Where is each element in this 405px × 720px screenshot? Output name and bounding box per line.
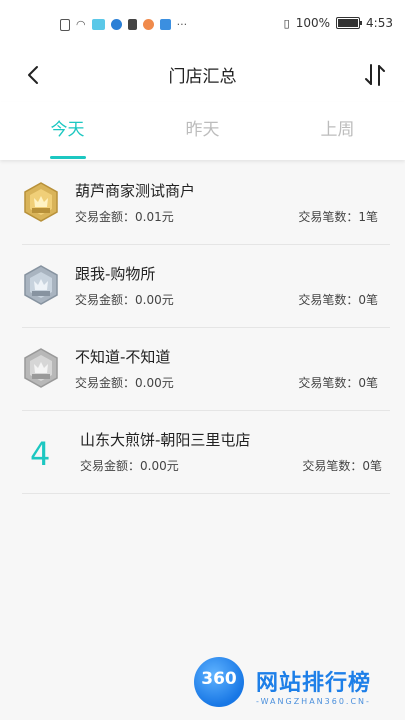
tab-last-week[interactable]: 上周: [270, 102, 405, 160]
trade-count: 交易笔数：0笔: [298, 376, 378, 390]
more-notifications-icon: ···: [176, 18, 188, 31]
trade-amount: 交易金额：0.00元: [80, 459, 179, 473]
trade-amount: 交易金额：0.00元: [75, 376, 174, 390]
clock: 4:53: [366, 16, 393, 30]
site-watermark: 360 网站排行榜 -WANGZHAN360.CN-: [190, 655, 405, 720]
store-name: 山东大煎饼-朝阳三里屯店: [80, 431, 251, 449]
trade-amount: 交易金额：0.01元: [75, 210, 174, 224]
period-tabs: 今天 昨天 上周: [0, 102, 405, 160]
list-item[interactable]: 葫芦商家测试商户 交易金额：0.01元 交易笔数：1笔: [22, 162, 390, 245]
watermark-subtitle: -WANGZHAN360.CN-: [256, 697, 371, 706]
page-title: 门店汇总: [168, 67, 237, 87]
tab-yesterday[interactable]: 昨天: [135, 102, 270, 160]
list-item[interactable]: 不知道-不知道 交易金额：0.00元 交易笔数：0笔: [22, 328, 390, 411]
store-name: 不知道-不知道: [75, 348, 171, 366]
notification-icons: ◠ ···: [60, 18, 187, 31]
watermark-title: 网站排行榜: [256, 671, 372, 696]
battery-icon: [336, 17, 363, 29]
status-bar: ◠ ··· ▯ 100% 4:53: [0, 0, 405, 50]
browser-notification-icon: [110, 19, 122, 30]
photo-notification-icon: [159, 19, 171, 30]
system-status: ▯ 100% 4:53: [284, 16, 393, 30]
silver-medal-icon: [24, 265, 58, 305]
watermark-logo-text: 360: [201, 669, 237, 689]
nav-bar: 门店汇总: [0, 50, 405, 102]
gold-medal-icon: [24, 182, 58, 222]
bronze-medal-icon: [24, 348, 58, 388]
app-notification-icon: [91, 19, 105, 30]
wifi-icon: ◠: [76, 18, 86, 31]
sim-icon: [60, 18, 70, 31]
battery-percent: 100%: [295, 16, 331, 30]
trade-count: 交易笔数：1笔: [298, 210, 378, 224]
store-name: 跟我-购物所: [75, 265, 156, 283]
sort-arrows-icon[interactable]: [363, 62, 387, 88]
rank-number: 4: [30, 435, 51, 473]
trade-amount: 交易金额：0.00元: [75, 293, 174, 307]
trade-count: 交易笔数：0笔: [302, 459, 382, 473]
vibrate-icon: ▯: [283, 16, 290, 30]
message-notification-icon: [142, 19, 154, 30]
trade-count: 交易笔数：0笔: [298, 293, 378, 307]
list-item[interactable]: 跟我-购物所 交易金额：0.00元 交易笔数：0笔: [22, 245, 390, 328]
store-list: 葫芦商家测试商户 交易金额：0.01元 交易笔数：1笔 跟我-购物所 交易金额：…: [22, 162, 390, 494]
active-tab-indicator: [50, 156, 86, 159]
list-item[interactable]: 4 山东大煎饼-朝阳三里屯店 交易金额：0.00元 交易笔数：0笔: [22, 411, 390, 494]
info-notification-icon: [127, 19, 137, 30]
store-name: 葫芦商家测试商户: [75, 182, 196, 200]
tab-today[interactable]: 今天: [0, 102, 135, 160]
